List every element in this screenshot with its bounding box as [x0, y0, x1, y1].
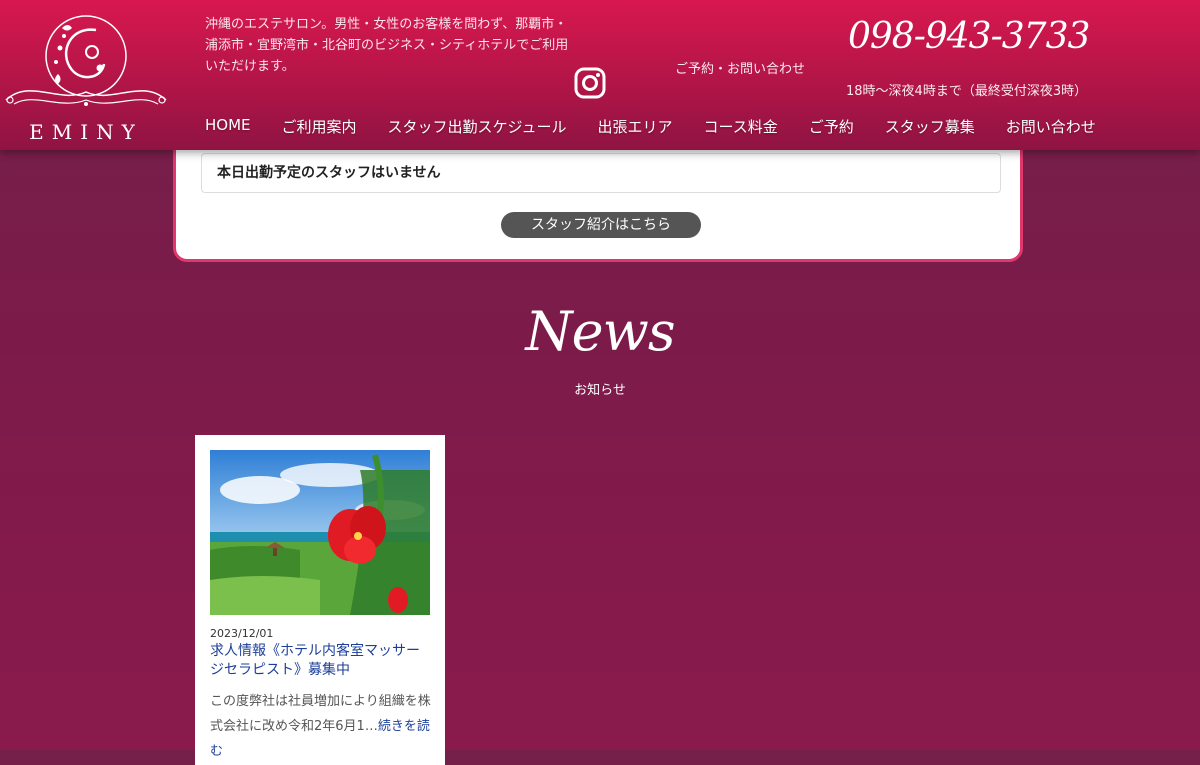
logo-emblem-icon — [5, 15, 167, 106]
nav-item-recruit[interactable]: スタッフ募集 — [885, 116, 975, 137]
nav-item-area[interactable]: 出張エリア — [597, 116, 672, 137]
nav-item-home[interactable]: HOME — [205, 116, 251, 137]
phone-number[interactable]: 098-943-3733 — [848, 16, 1090, 57]
nav-item-schedule[interactable]: スタッフ出勤スケジュール — [388, 116, 567, 137]
site-tagline: 沖縄のエステサロン。男性・女性のお客様を問わず、那覇市・浦添市・宜野湾市・北谷町… — [205, 17, 569, 74]
site-logo[interactable]: EMINY — [0, 8, 172, 144]
staff-intro-button[interactable]: スタッフ紹介はこちら — [501, 212, 701, 238]
business-hours: 18時〜深夜4時まで（最終受付深夜3時） — [846, 84, 1088, 99]
main-nav: HOME ご利用案内 スタッフ出勤スケジュール 出張エリア コース料金 ご予約 … — [205, 116, 1127, 137]
news-thumbnail[interactable] — [210, 450, 430, 615]
site-header: EMINY 沖縄のエステサロン。男性・女性のお客様を問わず、那覇市・浦添市・宜野… — [0, 0, 1200, 150]
instagram-icon[interactable] — [573, 66, 607, 100]
news-subheading: お知らせ — [574, 383, 626, 398]
contact-label: ご予約・お問い合わせ — [675, 62, 806, 77]
nav-item-reservation[interactable]: ご予約 — [809, 116, 854, 137]
news-card[interactable]: 2023/12/01 求人情報《ホテル内客室マッサージセラピスト》募集中 この度… — [195, 435, 445, 765]
nav-item-pricing[interactable]: コース料金 — [704, 116, 778, 137]
logo-wordmark: EMINY — [29, 120, 143, 144]
news-excerpt: この度弊社は社員増加により組織を株式会社に改め令和2年6月1…続きを読む — [210, 689, 432, 764]
news-heading: News — [525, 300, 675, 363]
nav-item-contact[interactable]: お問い合わせ — [1006, 116, 1096, 137]
news-title-link[interactable]: 求人情報《ホテル内客室マッサージセラピスト》募集中 — [210, 642, 430, 680]
no-staff-message: 本日出勤予定のスタッフはいません — [201, 153, 1001, 193]
nav-item-guide[interactable]: ご利用案内 — [282, 116, 357, 137]
news-date: 2023/12/01 — [210, 627, 274, 640]
